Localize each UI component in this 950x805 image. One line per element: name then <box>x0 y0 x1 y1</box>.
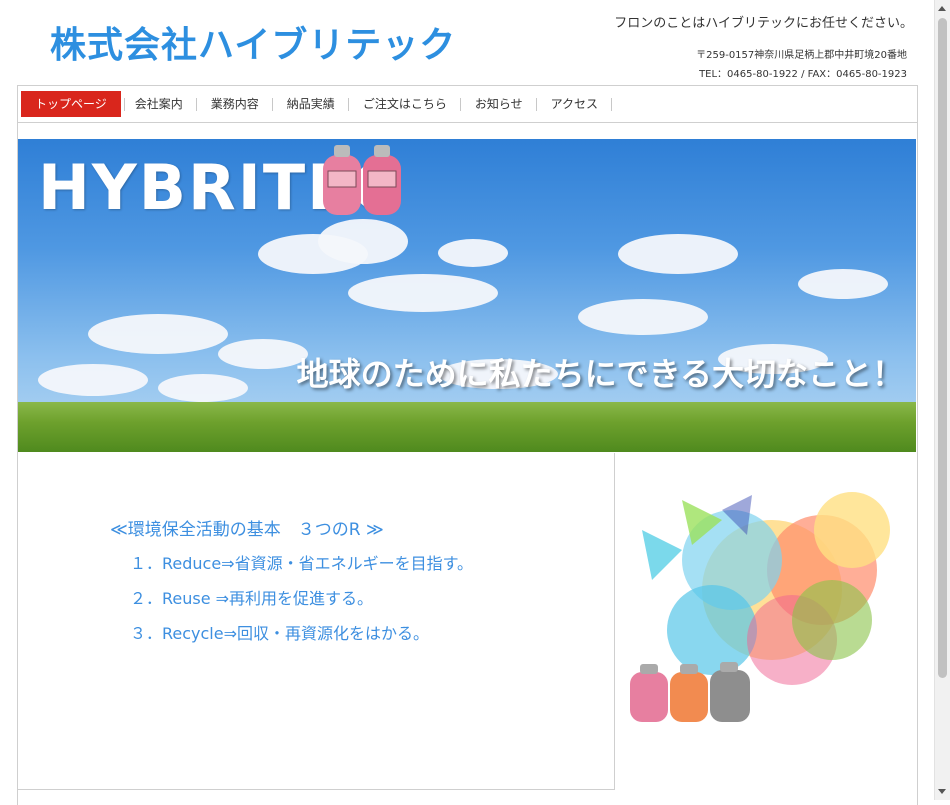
main-nav: トップページ 会社案内 業務内容 納品実績 ご注文はこちら お知らせ アクセス <box>18 86 917 123</box>
three-r-item-recycle: ３．Recycle⇒回収・再資源化をはかる。 <box>130 624 430 643</box>
cloud-shape <box>578 299 708 335</box>
flower-cylinders-illustration <box>630 492 890 722</box>
cloud-shape <box>318 219 408 264</box>
column-divider <box>614 453 615 789</box>
three-r-item-reuse: ２．Reuse ⇒再利用を促進する。 <box>130 589 374 608</box>
cloud-shape <box>158 374 248 402</box>
site-header: 株式会社ハイブリテック フロンのことはハイブリテックにお任せください。 〒259… <box>0 0 935 86</box>
cloud-shape <box>88 314 228 354</box>
address: 〒259-0157神奈川県足柄上郡中井町境20番地 <box>696 50 907 61</box>
cloud-shape <box>618 234 738 274</box>
nav-item-deliveries[interactable]: 納品実績 <box>273 91 349 117</box>
cloud-shape <box>348 274 498 312</box>
three-r-title: ≪環境保全活動の基本 ３つのR ≫ <box>110 520 384 540</box>
gas-cylinder-icon <box>323 145 401 215</box>
cloud-shape <box>798 269 888 299</box>
cloud-shape <box>38 364 148 396</box>
vertical-scrollbar[interactable] <box>934 0 950 800</box>
cloud-shape <box>218 339 308 369</box>
nav-item-company[interactable]: 会社案内 <box>121 91 197 117</box>
nav-item-news[interactable]: お知らせ <box>461 91 537 117</box>
tagline: フロンのことはハイブリテックにお任せください。 <box>614 16 913 31</box>
scroll-up-arrow-icon[interactable] <box>938 6 946 11</box>
three-r-item-reduce: １．Reduce⇒省資源・省エネルギーを目指す。 <box>130 554 473 573</box>
scroll-thumb[interactable] <box>938 18 947 678</box>
three-r-section: ≪環境保全活動の基本 ３つのR ≫ １．Reduce⇒省資源・省エネルギーを目指… <box>110 515 473 655</box>
cloud-shape <box>438 239 508 267</box>
nav-item-order[interactable]: ご注文はこちら <box>349 91 461 117</box>
contact-numbers: TEL：0465-80-1922 / FAX：0465-80-1923 <box>699 69 907 80</box>
hero-banner: HYBRITEC 地球のために私たちにできる大切なこと！ <box>18 139 916 452</box>
section-divider <box>18 789 615 790</box>
scroll-down-arrow-icon[interactable] <box>938 789 946 794</box>
nav-item-business[interactable]: 業務内容 <box>197 91 273 117</box>
grass-field <box>18 402 916 452</box>
nav-item-top[interactable]: トップページ <box>21 91 125 117</box>
nav-item-access[interactable]: アクセス <box>537 91 613 117</box>
hero-slogan: 地球のために私たちにできる大切なこと！ <box>296 355 904 393</box>
company-logo[interactable]: 株式会社ハイブリテック <box>50 16 456 68</box>
